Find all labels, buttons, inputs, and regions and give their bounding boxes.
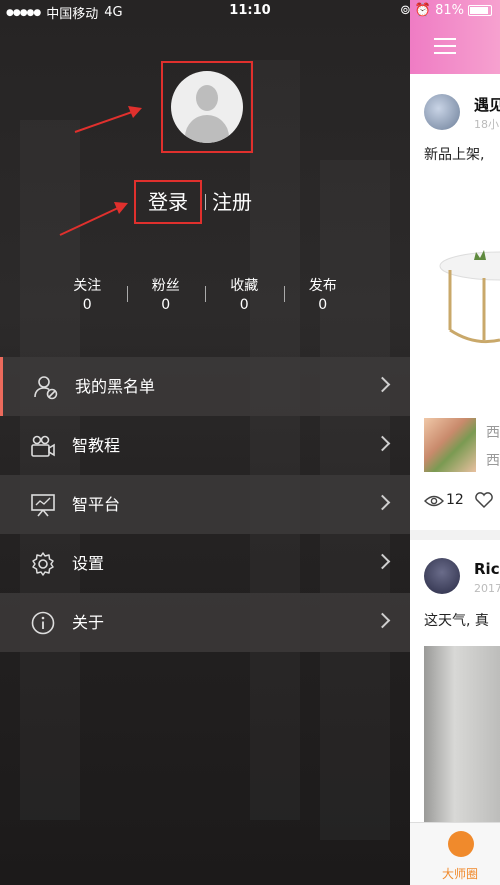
- post-divider: [410, 530, 500, 540]
- user-block-icon: [34, 376, 58, 400]
- presentation-icon: [31, 494, 55, 517]
- alarm-icon: ⏰: [414, 3, 432, 18]
- post-author-name[interactable]: Ric: [474, 560, 500, 578]
- register-button[interactable]: 注册: [212, 182, 252, 222]
- menu-item-platform[interactable]: 智平台: [0, 475, 410, 534]
- gear-icon: [32, 552, 54, 576]
- stat-label: 粉丝: [151, 278, 180, 294]
- post-author-avatar[interactable]: [424, 94, 460, 130]
- menu-item-blacklist[interactable]: 我的黑名单: [0, 357, 410, 416]
- avatar-head-icon: [196, 85, 218, 111]
- info-icon: [31, 611, 55, 635]
- menu-item-label: 智教程: [72, 436, 121, 455]
- post-author-name[interactable]: 遇见: [474, 94, 500, 115]
- chevron-right-icon: [374, 376, 391, 393]
- menu-item-label: 智平台: [72, 495, 121, 514]
- tab-bar: 大师圈: [410, 822, 500, 885]
- rotation-lock-icon: ⊚: [400, 3, 411, 18]
- user-stats: 关注 0 粉丝 0 收藏 0 发布 0: [48, 276, 362, 316]
- drawer-menu: 我的黑名单 智教程 智平台 设置 关于: [0, 357, 410, 652]
- product-tag: 西: [486, 453, 500, 469]
- avatar-body-icon: [185, 115, 229, 143]
- status-bar: ●●●●● 中国移动 4G 11:10 ⊚ ⏰ 81%: [0, 0, 500, 22]
- stat-followers[interactable]: 粉丝 0: [126, 276, 206, 316]
- login-button[interactable]: 登录: [136, 182, 200, 222]
- avatar[interactable]: [171, 71, 243, 143]
- menu-icon[interactable]: [434, 38, 456, 54]
- side-drawer: 登录 注册 关注 0 粉丝 0 收藏 0 发布 0 我的黑名单 智教程 智平台 …: [0, 0, 410, 885]
- post-text: 新品上架,: [424, 147, 485, 163]
- product-thumbnail[interactable]: [424, 418, 476, 472]
- arrow-head-icon: [128, 106, 142, 118]
- master-circle-icon[interactable]: [448, 831, 474, 857]
- post-time: 18小: [474, 118, 499, 131]
- battery-icon: [468, 5, 492, 16]
- menu-item-tutorial[interactable]: 智教程: [0, 416, 410, 475]
- post-text: 这天气, 真: [424, 613, 489, 629]
- tab-master-circle[interactable]: 大师圈: [410, 865, 500, 882]
- battery-percent: 81%: [435, 3, 464, 18]
- stat-label: 发布: [308, 278, 337, 294]
- stat-posts[interactable]: 发布 0: [283, 276, 363, 316]
- post-image[interactable]: [424, 646, 500, 822]
- auth-divider: [205, 194, 206, 210]
- eye-icon: [424, 495, 444, 507]
- stat-value: 0: [318, 297, 328, 313]
- post-author-avatar[interactable]: [424, 558, 460, 594]
- menu-item-about[interactable]: 关于: [0, 593, 410, 652]
- main-content-peek: 遇见 18小 新品上架, 西 西 12 Ric 2017 这天气, 真 大师圈: [410, 0, 500, 885]
- stat-following[interactable]: 关注 0: [48, 276, 127, 316]
- stat-label: 收藏: [230, 278, 259, 294]
- product-tag: 西: [486, 425, 500, 441]
- stat-value: 0: [239, 297, 249, 313]
- post-image-side-table[interactable]: [424, 230, 500, 380]
- chevron-right-icon: [374, 435, 391, 452]
- stat-value: 0: [82, 297, 92, 313]
- chevron-right-icon: [374, 494, 391, 511]
- stat-favorites[interactable]: 收藏 0: [205, 276, 284, 316]
- post-time: 2017: [474, 582, 500, 595]
- auth-links: 登录 注册: [0, 180, 410, 226]
- menu-item-label: 我的黑名单: [75, 377, 156, 396]
- video-camera-icon: [31, 435, 55, 457]
- menu-item-settings[interactable]: 设置: [0, 534, 410, 593]
- annotation-arrow-avatar: [74, 111, 133, 133]
- chevron-right-icon: [374, 553, 391, 570]
- avatar-highlight-box: [161, 61, 253, 153]
- login-highlight-box: 登录: [134, 180, 202, 224]
- stat-label: 关注: [73, 278, 102, 294]
- chevron-right-icon: [374, 612, 391, 629]
- stat-value: 0: [161, 297, 171, 313]
- menu-item-label: 关于: [72, 613, 105, 632]
- menu-item-label: 设置: [72, 554, 105, 573]
- heart-icon[interactable]: [474, 491, 494, 509]
